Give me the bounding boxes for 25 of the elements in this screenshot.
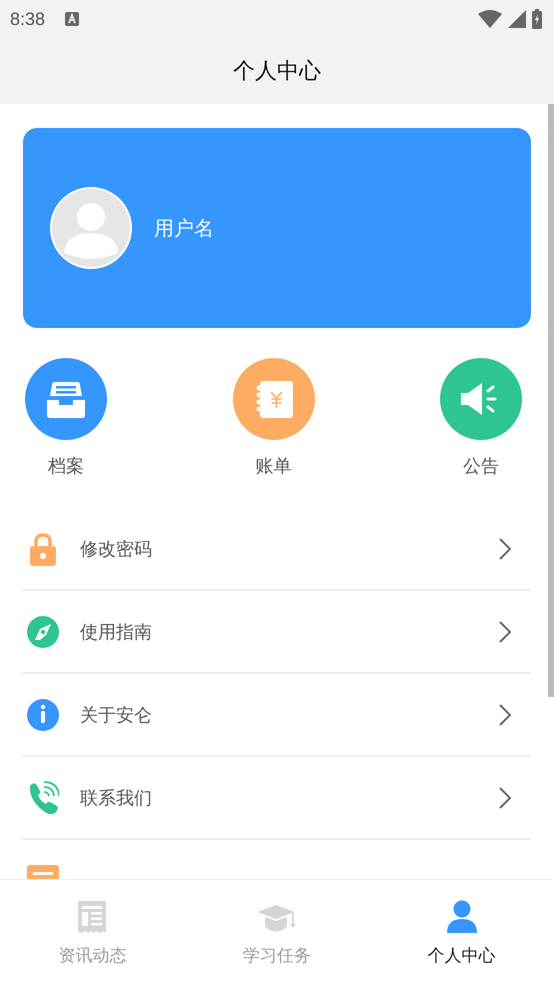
chevron-icon [499, 620, 511, 642]
avatar-icon [50, 187, 132, 269]
quick-action[interactable]: 账单 [218, 358, 328, 478]
menu-item[interactable]: 使用指南 [23, 591, 531, 674]
compass-icon [27, 614, 59, 650]
menu-item[interactable]: 联系我们 [23, 757, 531, 840]
info-icon [27, 696, 59, 732]
chevron-icon [499, 538, 511, 560]
chevron-icon [499, 704, 511, 726]
menu-item[interactable]: 修改密码 [23, 508, 531, 591]
scrollbar[interactable] [548, 104, 554, 697]
phone-icon [27, 780, 59, 816]
page-title: 个人中心 [233, 58, 321, 86]
keyboard-icon [65, 12, 80, 26]
wifi-icon [478, 10, 502, 28]
signal-icon [508, 10, 526, 28]
quick-action[interactable]: 公告 [426, 358, 536, 478]
chevron-icon [499, 786, 511, 808]
battery-icon [532, 9, 542, 29]
status-time: 8:38 [10, 8, 46, 30]
tab[interactable]: 个人中心 [369, 880, 554, 984]
quick-action[interactable]: 档案 [11, 358, 121, 478]
lock-icon [27, 530, 59, 566]
menu-item[interactable]: 关于安仑 [23, 674, 531, 757]
username: 用户名 [154, 214, 214, 242]
